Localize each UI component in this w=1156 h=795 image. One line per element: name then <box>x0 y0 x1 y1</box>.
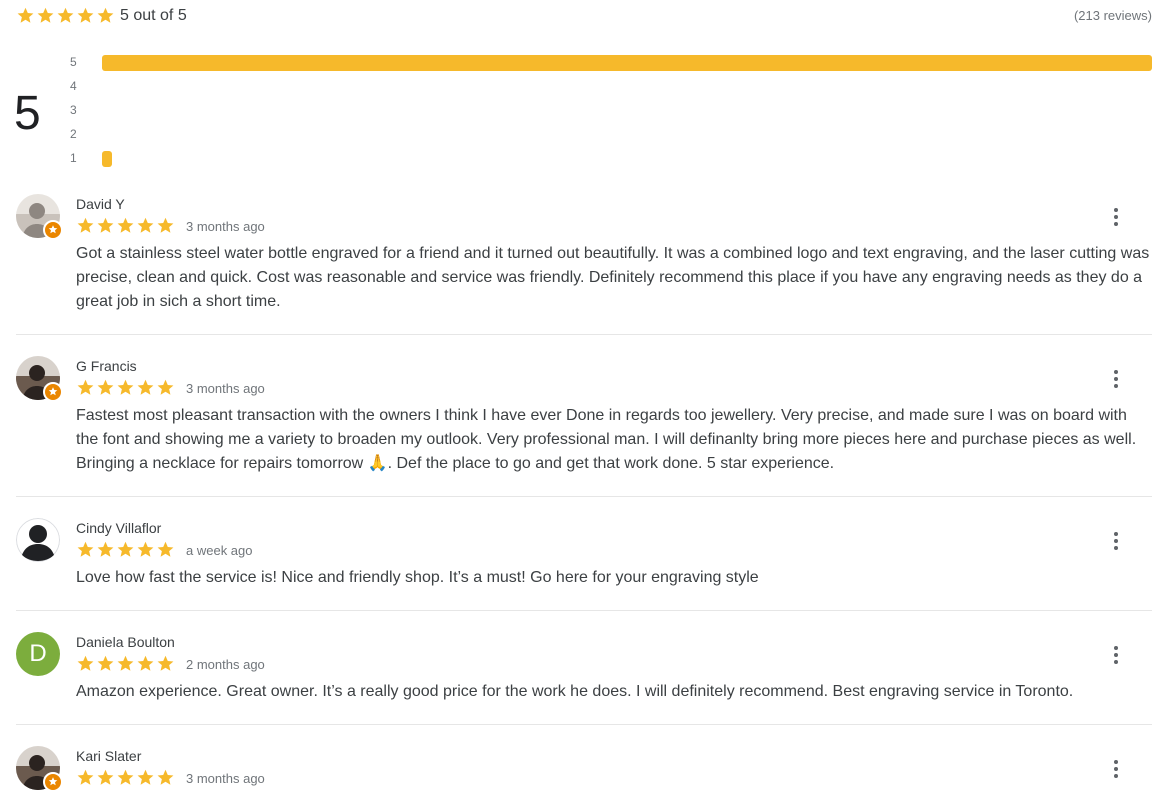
review-divider <box>16 496 1152 497</box>
star-icon <box>136 378 155 397</box>
avatar-letter: D <box>16 632 60 676</box>
review-divider <box>16 724 1152 725</box>
histogram-bar-track <box>102 103 1152 119</box>
star-icon <box>116 768 135 787</box>
reviewer-name[interactable]: Cindy Villaflor <box>76 520 161 536</box>
review-star-rating <box>76 768 176 787</box>
histogram-bar-fill <box>102 151 112 167</box>
reviewer-name[interactable]: David Y <box>76 196 125 212</box>
star-icon <box>136 540 155 559</box>
star-icon <box>36 6 55 25</box>
review-text: Amazon experience. Great owner. It’s a r… <box>76 683 1074 700</box>
review-date: a week ago <box>186 543 253 558</box>
review-star-rating <box>76 540 176 559</box>
review-divider <box>16 610 1152 611</box>
review-star-rating <box>76 378 176 397</box>
histogram-bar-fill <box>102 55 1152 71</box>
more-options-icon[interactable] <box>1106 369 1126 389</box>
person-icon <box>16 518 60 562</box>
histogram-row-3: 3 <box>70 98 1152 122</box>
local-guide-badge-icon <box>43 382 63 402</box>
local-guide-badge-icon <box>43 772 63 792</box>
histogram-row-4: 4 <box>70 74 1152 98</box>
star-icon <box>116 378 135 397</box>
star-icon <box>76 216 95 235</box>
average-score: 5 <box>14 87 41 140</box>
reviewer-name[interactable]: Kari Slater <box>76 748 141 764</box>
summary-star-rating <box>16 6 116 25</box>
review-text: Fastest most pleasant transaction with t… <box>76 407 1137 472</box>
star-icon <box>116 216 135 235</box>
histogram-label: 5 <box>70 55 77 69</box>
histogram-row-5: 5 <box>70 50 1152 74</box>
star-icon <box>76 654 95 673</box>
star-icon <box>76 540 95 559</box>
histogram-bar-track <box>102 55 1152 71</box>
star-icon <box>116 654 135 673</box>
review-divider <box>16 334 1152 335</box>
histogram-bar-track <box>102 127 1152 143</box>
star-icon <box>136 654 155 673</box>
star-icon <box>116 540 135 559</box>
star-icon <box>136 768 155 787</box>
star-icon <box>96 6 115 25</box>
reviewer-name[interactable]: G Francis <box>76 358 137 374</box>
star-icon <box>96 540 115 559</box>
more-options-icon[interactable] <box>1106 759 1126 779</box>
review-date: 2 months ago <box>186 657 265 672</box>
review-text: Love how fast the service is! Nice and f… <box>76 569 759 586</box>
star-icon <box>156 540 175 559</box>
avatar[interactable]: D <box>16 632 60 676</box>
rating-summary-header: 5 out of 5 (213 reviews) <box>16 4 1152 28</box>
star-icon <box>56 6 75 25</box>
star-icon <box>156 216 175 235</box>
histogram-row-1: 1 <box>70 146 1152 170</box>
avatar[interactable] <box>16 518 60 562</box>
histogram-bar-track <box>102 79 1152 95</box>
more-options-icon[interactable] <box>1106 645 1126 665</box>
histogram-label: 4 <box>70 79 77 93</box>
review-text: Got a stainless steel water bottle engra… <box>76 245 1150 310</box>
reviewer-name[interactable]: Daniela Boulton <box>76 634 175 650</box>
histogram-label: 3 <box>70 103 77 117</box>
rating-summary-text: 5 out of 5 <box>120 7 187 24</box>
star-icon <box>16 6 35 25</box>
star-icon <box>96 216 115 235</box>
review-star-rating <box>76 654 176 673</box>
star-icon <box>156 768 175 787</box>
more-options-icon[interactable] <box>1106 207 1126 227</box>
histogram-label: 1 <box>70 151 77 165</box>
review-star-rating <box>76 216 176 235</box>
star-icon <box>136 216 155 235</box>
histogram-label: 2 <box>70 127 77 141</box>
more-options-icon[interactable] <box>1106 531 1126 551</box>
histogram-row-2: 2 <box>70 122 1152 146</box>
local-guide-badge-icon <box>43 220 63 240</box>
review-date: 3 months ago <box>186 219 265 234</box>
star-icon <box>156 378 175 397</box>
histogram-bar-track <box>102 151 1152 167</box>
star-icon <box>156 654 175 673</box>
reviews-page: 5 out of 5 (213 reviews) 5 5 4 3 2 1 David Y… <box>0 0 1156 795</box>
star-icon <box>96 768 115 787</box>
star-icon <box>96 378 115 397</box>
review-count: (213 reviews) <box>1073 8 1152 23</box>
star-icon <box>76 6 95 25</box>
review-date: 3 months ago <box>186 771 265 786</box>
review-date: 3 months ago <box>186 381 265 396</box>
star-icon <box>76 768 95 787</box>
star-icon <box>76 378 95 397</box>
star-icon <box>96 654 115 673</box>
